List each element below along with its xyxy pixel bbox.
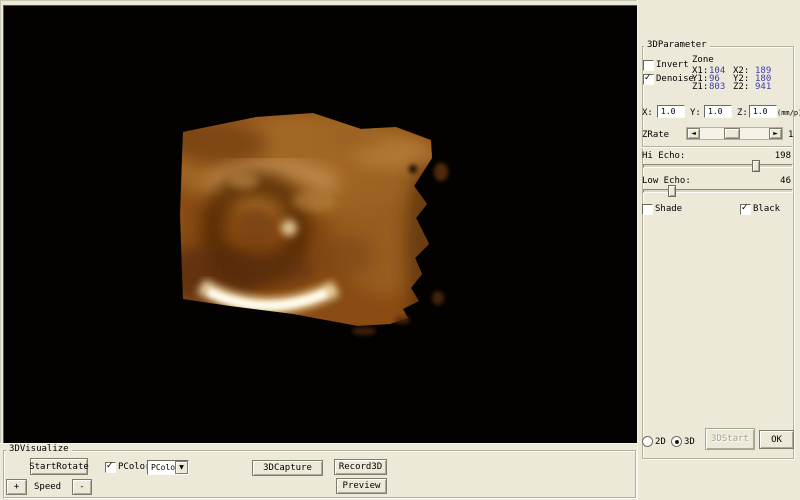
shade-label: Shade: [655, 205, 682, 214]
separator-line: [642, 146, 792, 147]
zrate-scroll-right-button[interactable]: ►: [769, 128, 782, 139]
zrate-scroll-left-button[interactable]: ◄: [687, 128, 700, 139]
preview-button[interactable]: Preview: [336, 478, 387, 494]
zone-z2-value: 941: [755, 83, 771, 92]
zone-z1-value: 803: [709, 83, 725, 92]
scale-x-input[interactable]: 1.0: [657, 105, 685, 118]
zrate-scrollbar[interactable]: ◄ ►: [686, 127, 783, 140]
scale-z-input[interactable]: 1.0: [749, 105, 777, 118]
ok-button[interactable]: OK: [759, 430, 794, 449]
3dparameter-group-title: 3DParameter: [644, 41, 710, 50]
application-window: 3DParameter ✓ Invert ✓ Denoise Zone X1: …: [0, 0, 800, 500]
speed-minus-button[interactable]: -: [72, 479, 92, 495]
speed-label: Speed: [34, 483, 61, 492]
speed-plus-button[interactable]: +: [6, 479, 27, 495]
scroll-left-icon: ◄: [691, 131, 696, 137]
scale-y-label: Y:: [690, 109, 701, 118]
invert-label: Invert: [656, 61, 689, 70]
3dstart-button[interactable]: 3DStart: [705, 428, 755, 450]
low-echo-value: 46: [765, 177, 791, 186]
shade-checkbox[interactable]: ✓: [642, 204, 653, 215]
check-icon: ✓: [741, 203, 749, 213]
check-icon: ✓: [644, 73, 652, 83]
zrate-label: ZRate: [642, 131, 669, 140]
zrate-value: 1: [788, 131, 793, 140]
start-rotate-button[interactable]: StartRotate: [30, 458, 88, 475]
low-echo-slider-thumb[interactable]: [668, 185, 676, 197]
scale-y-input[interactable]: 1.0: [704, 105, 732, 118]
check-icon: ✓: [106, 461, 114, 471]
low-echo-label: Low Echo:: [642, 177, 691, 186]
denoise-label: Denoise: [656, 75, 694, 84]
zrate-scrollbar-thumb[interactable]: [724, 128, 740, 139]
mode-2d-label: 2D: [655, 438, 666, 447]
pcolor-checkbox[interactable]: ✓: [105, 462, 116, 473]
hi-echo-slider-track[interactable]: [643, 164, 793, 168]
hi-echo-slider-thumb[interactable]: [752, 160, 760, 172]
visualize-panel: 3DVisualize StartRotate + Speed - ✓ PCol…: [0, 443, 637, 500]
mode-3d-label: 3D: [684, 438, 695, 447]
hi-echo-value: 198: [765, 152, 791, 161]
zone-z2-label: Z2:: [733, 83, 749, 92]
ultrasound-volume-image: [4, 6, 638, 444]
record3d-button[interactable]: Record3D: [334, 459, 387, 475]
3dvisualize-group-title: 3DVisualize: [6, 445, 72, 454]
mode-3d-radio[interactable]: [671, 436, 682, 447]
invert-checkbox[interactable]: ✓: [643, 60, 654, 71]
parameter-panel: 3DParameter ✓ Invert ✓ Denoise Zone X1: …: [637, 0, 800, 500]
scale-x-label: X:: [642, 109, 653, 118]
3dcapture-button[interactable]: 3DCapture: [252, 460, 323, 476]
dropdown-arrow-icon[interactable]: ▼: [175, 461, 188, 474]
scroll-right-icon: ►: [773, 131, 778, 137]
zone-z1-label: Z1:: [692, 83, 708, 92]
black-label: Black: [753, 205, 780, 214]
render-viewport[interactable]: [3, 5, 638, 444]
pcolor-label: PColor: [118, 463, 151, 472]
low-echo-slider-track[interactable]: [643, 189, 793, 193]
hi-echo-label: Hi Echo:: [642, 152, 685, 161]
scale-unit-label: (mm/p): [777, 109, 800, 118]
scale-z-label: Z:: [737, 109, 748, 118]
mode-2d-radio[interactable]: [642, 436, 653, 447]
zone-title: Zone: [692, 56, 714, 65]
denoise-checkbox[interactable]: ✓: [643, 74, 654, 85]
pcolor-dropdown[interactable]: PColor ▼: [147, 460, 189, 475]
black-checkbox[interactable]: ✓: [740, 204, 751, 215]
